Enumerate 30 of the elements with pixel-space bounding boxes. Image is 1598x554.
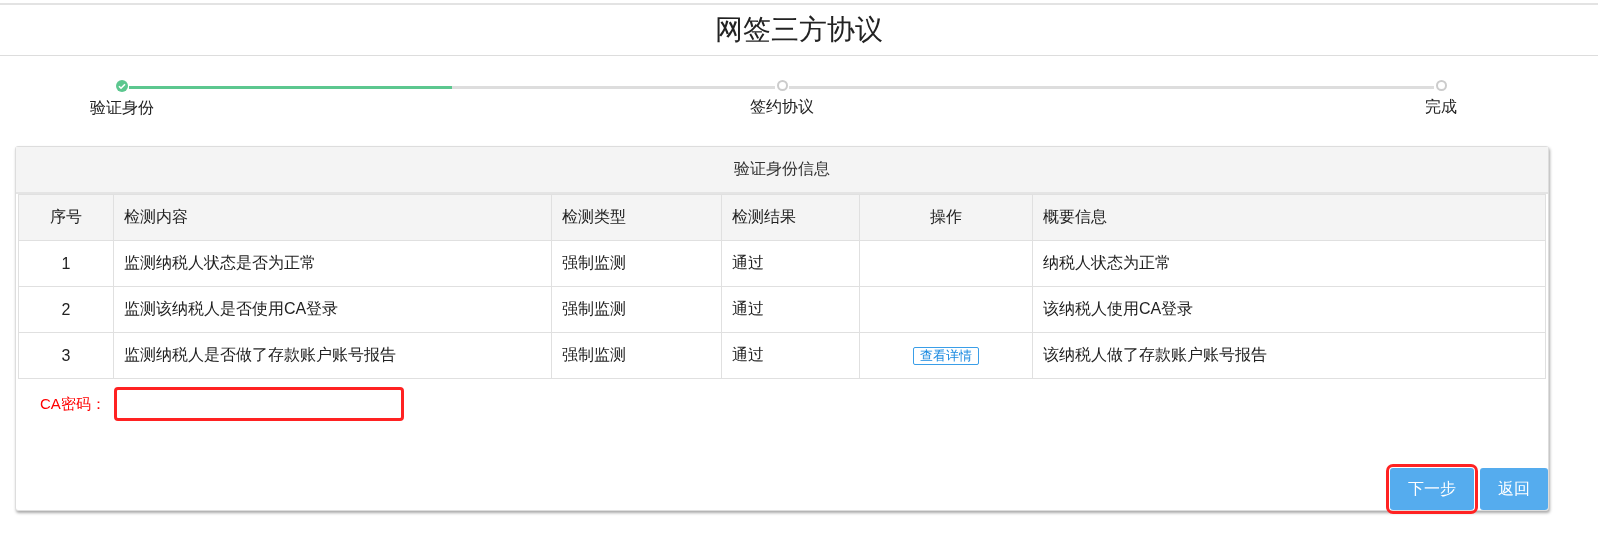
column-header: 操作 [859, 194, 1033, 241]
table-cell: 通过 [721, 286, 860, 333]
column-header: 序号 [18, 194, 114, 241]
step-label: 完成 [1425, 97, 1457, 117]
details-link[interactable]: 查看详情 [913, 347, 979, 365]
column-header: 检测内容 [113, 194, 552, 241]
column-header: 检测类型 [551, 194, 722, 241]
table-cell: 纳税人状态为正常 [1032, 240, 1546, 287]
password-field[interactable] [113, 387, 404, 421]
page-title: 网签三方协议 [715, 13, 883, 47]
table-cell: 通过 [721, 332, 860, 379]
table-cell: 强制监测 [551, 240, 722, 287]
table-cell: 1 [18, 240, 114, 287]
table-cell: 2 [18, 286, 114, 333]
column-header: 检测结果 [721, 194, 860, 241]
table-cell: 3 [18, 332, 114, 379]
column-header: 概要信息 [1032, 194, 1546, 241]
back-button[interactable]: 返回 [1480, 468, 1548, 510]
table-cell: 该纳税人使用CA登录 [1032, 286, 1546, 333]
table-cell: 监测纳税人状态是否为正常 [113, 240, 552, 287]
panel-title: 验证身份信息 [734, 159, 830, 179]
field-label: CA密码： [40, 394, 106, 414]
table-cell: 强制监测 [551, 332, 722, 379]
step-label: 验证身份 [90, 98, 154, 118]
step-label: 签约协议 [750, 97, 814, 117]
table-cell: 通过 [721, 240, 860, 287]
table-cell: 该纳税人做了存款账户账号报告 [1032, 332, 1546, 379]
table-cell: 监测该纳税人是否使用CA登录 [113, 286, 552, 333]
table-cell: 强制监测 [551, 286, 722, 333]
table-cell: 监测纳税人是否做了存款账户账号报告 [113, 332, 552, 379]
